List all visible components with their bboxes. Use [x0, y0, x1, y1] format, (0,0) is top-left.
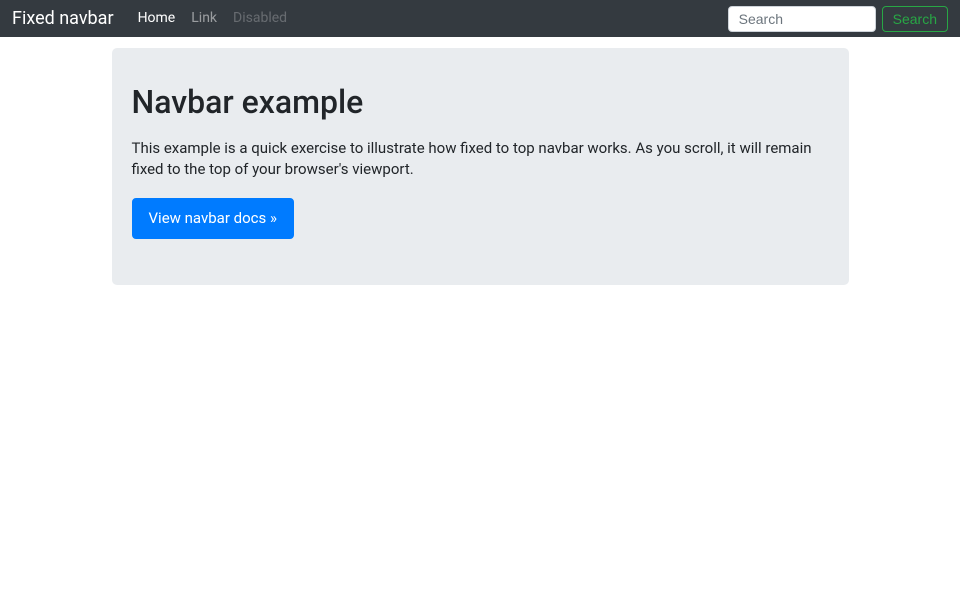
page-heading: Navbar example [132, 78, 829, 126]
nav-link-disabled: Disabled [225, 0, 295, 37]
lead-text: This example is a quick exercise to illu… [132, 138, 829, 180]
navbar-brand[interactable]: Fixed navbar [12, 5, 114, 32]
main-content: Navbar example This example is a quick e… [112, 0, 849, 285]
search-input[interactable] [728, 6, 876, 32]
view-docs-button[interactable]: View navbar docs » [132, 198, 295, 239]
jumbotron: Navbar example This example is a quick e… [112, 48, 849, 285]
nav-link-home[interactable]: Home [130, 0, 184, 37]
navbar-nav: Home Link Disabled [130, 0, 728, 37]
navbar: Fixed navbar Home Link Disabled Search [0, 0, 960, 37]
search-button[interactable]: Search [882, 6, 948, 32]
search-form: Search [728, 6, 948, 32]
nav-link-link[interactable]: Link [183, 0, 225, 37]
